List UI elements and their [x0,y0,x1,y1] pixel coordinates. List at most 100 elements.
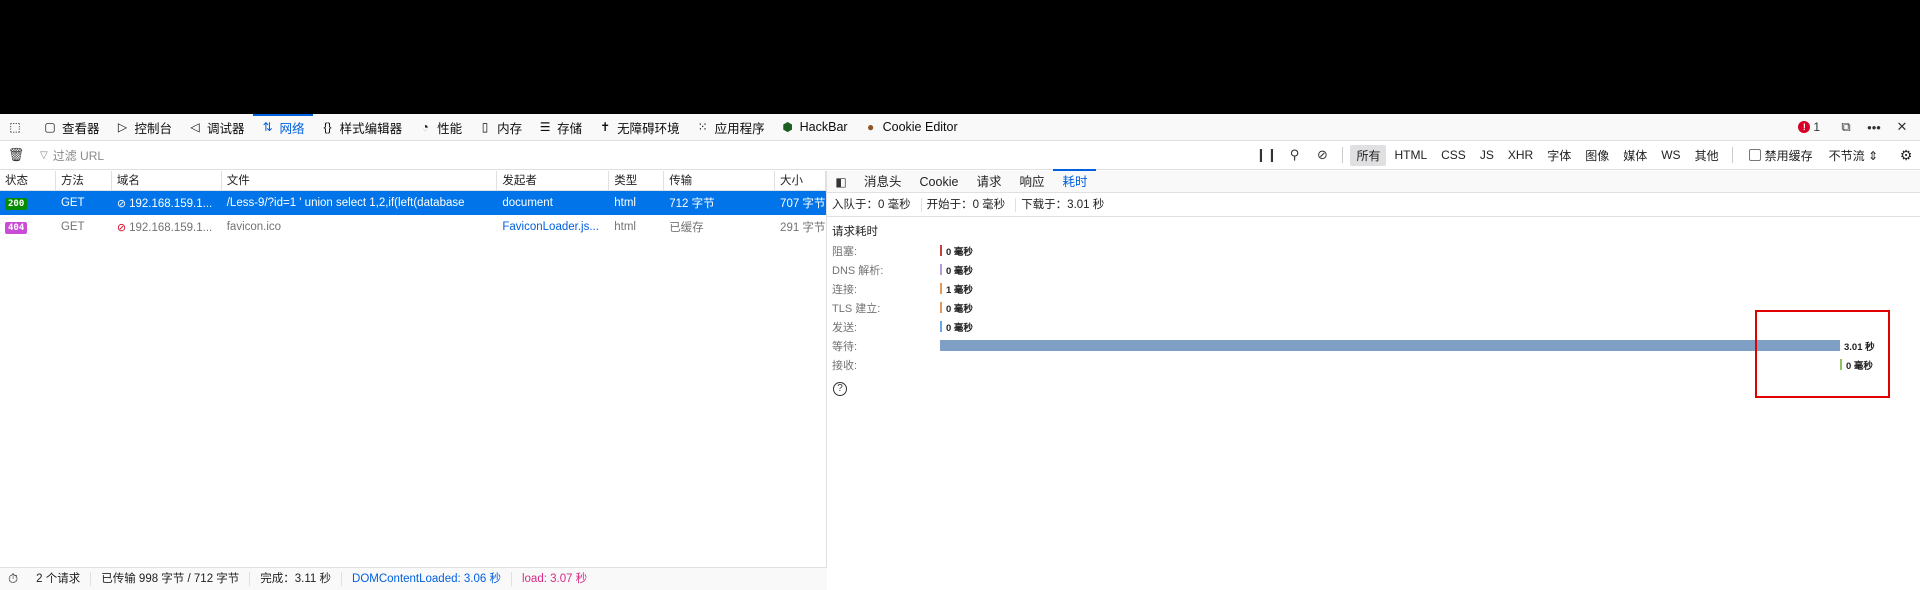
filter-url-input[interactable]: ▽ 过滤 URL [32,147,1252,164]
downloaded-time: 下载于：3.01 秒 [1021,198,1105,211]
style-editor-icon: {} [323,120,332,134]
pause-button[interactable]: ❙❙ [1252,147,1280,163]
block-button[interactable]: ⊘ [1308,147,1336,163]
started-time: 开始于：0 毫秒 [922,197,1017,212]
network-settings-button[interactable]: ⚙ [1892,147,1920,164]
tab-style-editor[interactable]: {} 样式编辑器 [313,114,411,141]
throttle-select[interactable]: 不节流 ⇕ [1829,147,1878,164]
method-cell: GET [60,197,85,209]
insecure-lock-icon: ⊘ [116,221,127,234]
disable-cache-checkbox[interactable]: 禁用缓存 [1748,147,1813,164]
network-summary-bar: ⏱ 2 个请求 已传输 998 字节 / 712 字节 完成：3.11 秒 DO… [0,567,827,590]
tab-response[interactable]: 响应 [1010,171,1053,193]
timing-row: DNS 解析: 0 毫秒 [827,260,1920,279]
column-method[interactable]: 方法 [56,171,112,190]
stopwatch-icon: ⏱ [8,571,19,586]
column-size[interactable]: 大小 [775,171,826,190]
insecure-lock-icon: ⊘ [116,197,127,210]
tab-accessibility[interactable]: ✝ 无障碍环境 [590,114,688,141]
tab-cookies[interactable]: Cookie [911,171,968,193]
queued-time: 入队于：0 毫秒 [827,197,922,212]
tab-hackbar[interactable]: ⬢ HackBar [773,114,856,141]
transferred-cell: 712 字节 [669,198,715,210]
cookie-icon: ● [866,120,875,134]
more-options-button[interactable]: ••• [1860,115,1888,139]
page-viewport [0,0,1920,114]
element-picker-button[interactable]: ⬚ [0,114,35,141]
timing-bar [940,321,942,332]
search-icon: ⚲ [1289,147,1300,162]
table-row[interactable]: 200 GET ⊘ 192.168.159.1... /Less-9/?id=1 … [0,191,826,215]
size-cell: 291 字节 [780,222,826,234]
column-file[interactable]: 文件 [222,171,498,190]
type-filter-other[interactable]: 其他 [1689,145,1725,166]
timing-label: 阻塞: [832,245,858,258]
filter-icon: ▽ [40,149,48,161]
inspector-icon: ▢ [44,120,56,134]
block-icon: ⊘ [1317,147,1328,162]
search-button[interactable]: ⚲ [1280,147,1308,163]
performance-icon: ◔ [421,120,429,134]
timing-label: 接收: [832,359,858,372]
dom-content-loaded-time: DOMContentLoaded: 3.06 秒 [342,572,512,586]
storage-icon: ☰ [539,120,551,134]
checkbox-icon [1748,149,1761,161]
method-cell: GET [60,221,85,233]
help-icon[interactable]: ? [833,382,847,396]
type-filter-xhr[interactable]: XHR [1502,146,1539,164]
status-badge: 404 [5,221,28,234]
timing-label: 发送: [832,321,858,334]
close-icon: ✕ [1896,119,1908,134]
tab-storage[interactable]: ☰ 存储 [530,114,590,141]
column-transferred[interactable]: 传输 [664,171,776,190]
type-filter-html[interactable]: HTML [1388,146,1433,164]
column-type[interactable]: 类型 [609,171,665,190]
tab-debugger[interactable]: ◁ 调试器 [180,114,253,141]
type-filter-images[interactable]: 图像 [1579,145,1615,166]
tab-network[interactable]: ⇅ 网络 [252,113,313,141]
tab-performance[interactable]: ◔ 性能 [410,114,470,141]
devtools-panel: ⬚ ▢ 查看器 ▷ 控制台 ◁ 调试器 ⇅ 网络 {} 样式编辑器 ◔ 性能 ▯ 内存 ☰ 存储… [0,113,1920,590]
type-filter-js[interactable]: JS [1474,146,1500,164]
tab-headers[interactable]: 消息头 [855,171,911,193]
timing-row: 阻塞: 0 毫秒 [827,241,1920,260]
initiator-link[interactable]: FaviconLoader.js... [502,221,599,233]
gear-icon: ⚙ [1899,146,1913,163]
table-row[interactable]: 404 GET ⊘ 192.168.159.1... favicon.ico Fa… [0,215,826,239]
tab-timings[interactable]: 耗时 [1053,168,1097,193]
toolbox-bar: ⬚ ▢ 查看器 ▷ 控制台 ◁ 调试器 ⇅ 网络 {} 样式编辑器 ◔ 性能 ▯ 内存 ☰ 存储… [0,113,1920,141]
type-filter-all[interactable]: 所有 [1350,144,1387,166]
network-filter-bar: 🗑 ▽ 过滤 URL ❙❙ ⚲ ⊘ 所有 HTML CSS JS XHR 字体 图… [0,141,1920,170]
type-filter-css[interactable]: CSS [1435,146,1472,164]
toggle-sidebar-button[interactable]: ◧ [827,175,855,189]
performance-analysis-button[interactable]: ⏱ [0,571,26,587]
type-filter-media[interactable]: 媒体 [1617,145,1653,166]
tab-memory[interactable]: ▯ 内存 [470,114,530,141]
column-status[interactable]: 状态 [0,171,56,190]
request-list: 状态 方法 域名 文件 发起者 类型 传输 大小 200 GET ⊘ 192.16… [0,171,827,590]
tab-cookie-editor[interactable]: ● Cookie Editor [856,114,966,141]
request-count: 2 个请求 [26,572,92,586]
more-icon: ••• [1867,119,1881,135]
tab-request[interactable]: 请求 [967,171,1010,193]
tab-console[interactable]: ▷ 控制台 [108,114,181,141]
tab-application[interactable]: ⁙ 应用程序 [688,114,773,141]
sidebar-toggle-icon: ◧ [835,174,847,189]
timing-value: 0 毫秒 [946,247,973,258]
request-table-header: 状态 方法 域名 文件 发起者 类型 传输 大小 [0,171,826,191]
debugger-icon: ◁ [190,120,200,134]
column-domain[interactable]: 域名 [112,171,222,190]
error-count-badge[interactable]: ! 1 [1798,120,1820,134]
dock-options-button[interactable]: ⧉ [1832,115,1860,139]
close-devtools-button[interactable]: ✕ [1888,115,1916,139]
dock-icon: ⧉ [1841,119,1851,134]
status-badge: 200 [5,197,28,210]
type-filter-fonts[interactable]: 字体 [1541,145,1577,166]
column-initiator[interactable]: 发起者 [497,171,610,190]
timing-value: 0 毫秒 [946,323,973,334]
tab-inspector[interactable]: ▢ 查看器 [35,114,108,141]
hackbar-icon: ⬢ [782,120,793,134]
clear-requests-button[interactable]: 🗑 [0,147,32,163]
type-filter-ws[interactable]: WS [1655,146,1686,164]
timing-value: 1 毫秒 [946,285,973,296]
